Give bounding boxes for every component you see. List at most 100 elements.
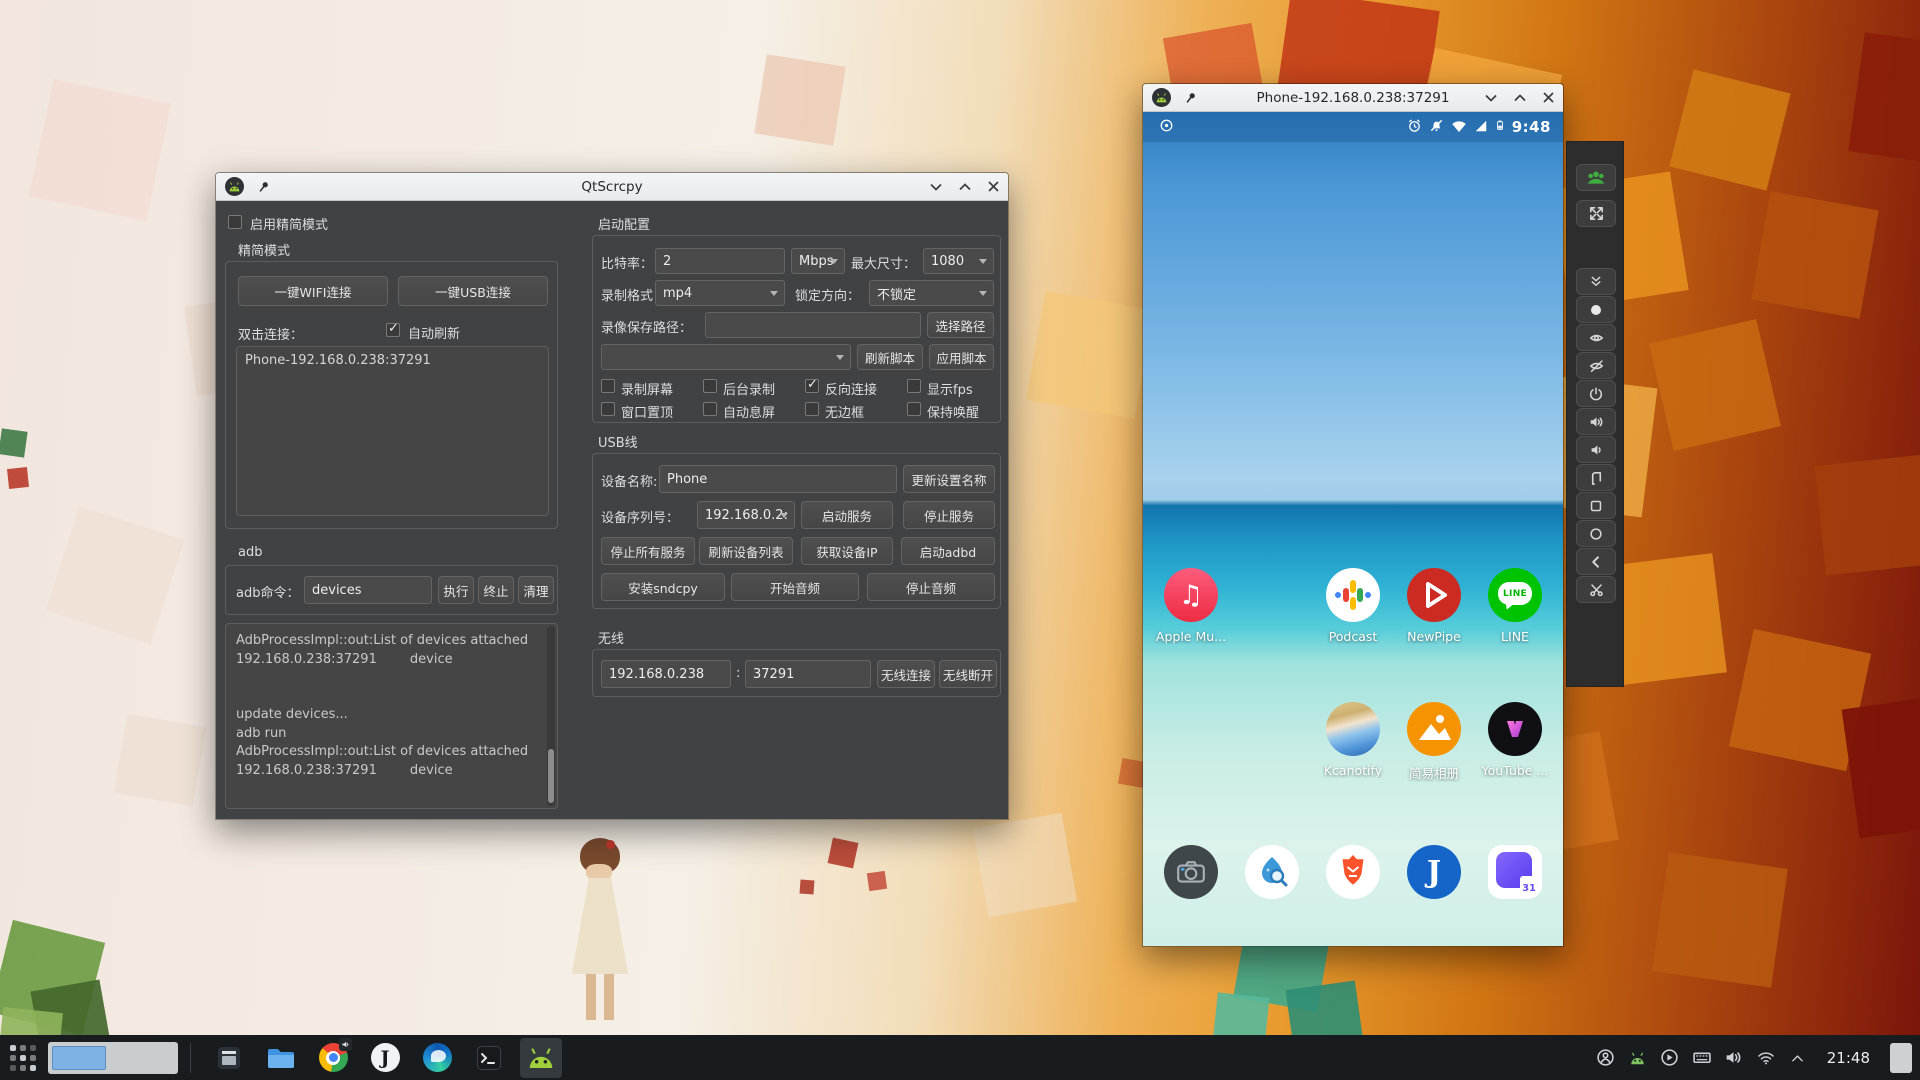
app-icon-kcanotify[interactable] (1326, 702, 1380, 756)
dock-icon-water-search[interactable] (1245, 845, 1299, 899)
app-icon-gallery[interactable] (1407, 702, 1461, 756)
adb-cmd-input[interactable]: devices (304, 576, 432, 604)
update-name-button[interactable]: 更新设置名称 (903, 465, 995, 493)
background-record-checkbox[interactable] (703, 379, 717, 393)
dock-icon-calendar[interactable]: 31 (1488, 845, 1542, 899)
dock-icon-brave[interactable] (1326, 845, 1380, 899)
close-button[interactable] (988, 181, 999, 192)
app-icon-newpipe[interactable] (1407, 568, 1461, 622)
tray-wifi-icon[interactable] (1755, 1047, 1777, 1069)
taskbar-icon-qtscrcpy[interactable] (520, 1038, 562, 1078)
lock-orientation-combo[interactable]: 不锁定 (869, 280, 994, 306)
minimize-button[interactable] (930, 183, 942, 191)
select-path-button[interactable]: 选择路径 (927, 312, 994, 338)
touch-button[interactable] (1576, 296, 1616, 323)
phone-screen[interactable]: 9:48 ♫ LINE Apple Mu... Podcast NewPipe … (1143, 112, 1563, 946)
device-listbox[interactable]: Phone-192.168.0.238:37291 (236, 346, 549, 516)
tray-volume-icon[interactable] (1723, 1047, 1745, 1069)
start-audio-button[interactable]: 开始音频 (731, 573, 859, 601)
taskbar-icon-file-manager[interactable] (260, 1038, 302, 1078)
taskbar-icon-blue-swirl-browser[interactable] (416, 1038, 458, 1078)
reverse-connect-checkbox[interactable] (805, 379, 819, 393)
group-control-button[interactable] (1576, 164, 1616, 191)
tray-media-play-icon[interactable] (1659, 1047, 1681, 1069)
wireless-ip-input[interactable]: 192.168.0.238 (601, 660, 731, 688)
enable-simple-mode-checkbox[interactable] (228, 215, 242, 229)
tray-user-icon[interactable] (1595, 1047, 1617, 1069)
stop-audio-button[interactable]: 停止音频 (867, 573, 995, 601)
bitrate-input[interactable]: 2 (655, 248, 785, 274)
fullscreen-button[interactable] (1576, 200, 1616, 227)
install-sndcpy-button[interactable]: 安装sndcpy (601, 573, 725, 601)
auto-screen-off-checkbox[interactable] (703, 402, 717, 416)
auto-refresh-checkbox[interactable] (386, 323, 400, 337)
taskbar-icon-j-app[interactable]: J (364, 1038, 406, 1078)
log-scrollbar[interactable] (547, 626, 555, 806)
phone-titlebar[interactable]: Phone-192.168.0.238:37291 (1143, 84, 1563, 112)
wireless-connect-button[interactable]: 无线连接 (877, 660, 935, 688)
record-path-input[interactable] (705, 312, 921, 338)
refresh-device-list-button[interactable]: 刷新设备列表 (699, 537, 793, 565)
log-scrollbar-thumb[interactable] (548, 749, 554, 803)
screen-on-button[interactable] (1576, 324, 1616, 351)
volume-down-button[interactable] (1576, 436, 1616, 463)
get-device-ip-button[interactable]: 获取设备IP (801, 537, 893, 565)
tray-keyboard-icon[interactable] (1691, 1047, 1713, 1069)
serial-combo[interactable]: 192.168.0.2: (697, 501, 795, 529)
one-key-wifi-button[interactable]: 一键WIFI连接 (238, 276, 388, 306)
refresh-script-button[interactable]: 刷新脚本 (857, 344, 923, 370)
screen-off-button[interactable] (1576, 352, 1616, 379)
pin-icon[interactable] (1184, 91, 1197, 105)
stop-service-button[interactable]: 停止服务 (903, 501, 995, 529)
adb-run-button[interactable]: 执行 (438, 576, 474, 604)
home-button[interactable] (1576, 520, 1616, 547)
app-launcher-button[interactable] (8, 1043, 38, 1073)
script-combo[interactable] (601, 344, 851, 370)
wireless-disconnect-button[interactable]: 无线断开 (939, 660, 997, 688)
taskbar-clock[interactable]: 21:48 (1827, 1049, 1870, 1067)
maximize-button[interactable] (1514, 94, 1526, 102)
adb-log-box[interactable]: AdbProcessImpl::out:List of devices atta… (225, 623, 558, 809)
max-size-combo[interactable]: 1080 (923, 248, 994, 274)
taskbar-icon-terminal[interactable] (468, 1038, 510, 1078)
volume-up-button[interactable] (1576, 408, 1616, 435)
one-key-usb-button[interactable]: 一键USB连接 (398, 276, 548, 306)
show-desktop-button[interactable] (1890, 1043, 1912, 1073)
app-icon-podcast[interactable] (1326, 568, 1380, 622)
device-name-input[interactable]: Phone (659, 465, 897, 493)
rotate-screen-button[interactable] (1576, 464, 1616, 491)
stay-awake-checkbox[interactable] (907, 402, 921, 416)
taskbar-icon-chrome[interactable] (312, 1038, 354, 1078)
device-list-item[interactable]: Phone-192.168.0.238:37291 (237, 347, 548, 374)
pin-icon[interactable] (257, 180, 270, 194)
taskbar-icon-editor[interactable] (208, 1038, 250, 1078)
dock-icon-camera[interactable] (1164, 845, 1218, 899)
app-icon-youtube-vanced[interactable] (1488, 702, 1542, 756)
record-format-combo[interactable]: mp4 (655, 280, 785, 306)
tray-android-icon[interactable] (1627, 1047, 1649, 1069)
show-fps-checkbox[interactable] (907, 379, 921, 393)
app-icon-line[interactable]: LINE (1488, 568, 1542, 622)
start-service-button[interactable]: 启动服务 (801, 501, 893, 529)
expand-menu-button[interactable] (1576, 268, 1616, 295)
app-icon-apple-music[interactable]: ♫ (1164, 568, 1218, 622)
adb-clear-button[interactable]: 清理 (518, 576, 554, 604)
screenshot-button[interactable] (1576, 576, 1616, 603)
window-on-top-checkbox[interactable] (601, 402, 615, 416)
adb-terminate-button[interactable]: 终止 (478, 576, 514, 604)
record-screen-checkbox[interactable] (601, 379, 615, 393)
maximize-button[interactable] (959, 183, 971, 191)
bitrate-unit-combo[interactable]: Mbps (791, 248, 845, 274)
tray-expand-icon[interactable] (1787, 1047, 1809, 1069)
app-switch-button[interactable] (1576, 492, 1616, 519)
stop-all-services-button[interactable]: 停止所有服务 (601, 537, 695, 565)
back-button[interactable] (1576, 548, 1616, 575)
close-button[interactable] (1543, 92, 1554, 103)
power-button[interactable] (1576, 380, 1616, 407)
start-adbd-button[interactable]: 启动adbd (901, 537, 995, 565)
apply-script-button[interactable]: 应用脚本 (929, 344, 994, 370)
wireless-port-input[interactable]: 37291 (745, 660, 871, 688)
dock-icon-j-app[interactable]: J (1407, 845, 1461, 899)
qtscrcpy-titlebar[interactable]: QtScrcpy (216, 173, 1008, 201)
minimize-button[interactable] (1485, 94, 1497, 102)
